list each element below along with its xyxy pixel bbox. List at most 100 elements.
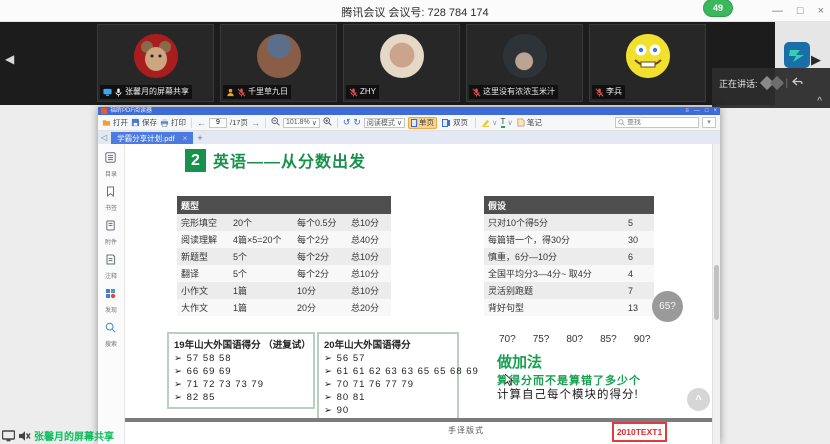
double-page-button[interactable]: 双页 — [440, 117, 470, 129]
participant-avatar — [134, 34, 178, 78]
strip-scroll-left-icon[interactable]: ◀ — [5, 52, 14, 66]
scroll-to-top-button[interactable]: ^ — [687, 388, 710, 411]
screen-share-icon — [103, 88, 112, 97]
sidebar-item-附件[interactable]: 附件 — [105, 218, 117, 246]
strip-scroll-right-icon[interactable]: ▶ — [811, 52, 821, 68]
participant-name: 李兵 — [606, 86, 622, 98]
arrow-bullet-icon: ➢ — [324, 392, 333, 403]
score-line: ➢ 66 69 69 — [174, 365, 308, 378]
sidebar-item-书签[interactable]: 书签 — [105, 184, 117, 212]
arrow-bullet-icon: ➢ — [174, 353, 183, 364]
note-button[interactable]: 笔记 — [516, 117, 542, 128]
table-cell: 总10分 — [347, 265, 391, 282]
participant-name-badge: ZHY — [346, 85, 379, 99]
sidebar-item-label: 附件 — [105, 237, 117, 246]
participant-tile[interactable]: 李兵 — [589, 24, 706, 102]
participant-avatar — [503, 34, 547, 78]
table-cell: 7 — [624, 282, 654, 299]
pdf-maximize-button[interactable]: □ — [705, 107, 709, 115]
arrow-bullet-icon: ➢ — [324, 353, 333, 364]
mic-muted-icon — [237, 88, 246, 97]
sidebar-item-目录[interactable]: 目录 — [105, 150, 117, 178]
participant-tile[interactable]: ZHY — [343, 24, 460, 102]
pdf-scrollbar[interactable] — [712, 144, 720, 444]
score-box-title: 19年山大外国语得分 （进复试） — [174, 337, 308, 351]
reply-arrow-icon[interactable] — [792, 74, 803, 92]
participant-name-badge: 千里草九日 — [223, 85, 291, 99]
pdf-scrollbar-thumb[interactable] — [714, 265, 719, 320]
print-button[interactable]: 打印 — [160, 117, 186, 128]
pdf-toolbar: 打开 保存 打印 ← /17页 → 101.8%∨ — [98, 115, 720, 131]
score-line: ➢ 80 81 — [324, 391, 452, 404]
search-icon — [105, 320, 116, 338]
close-button[interactable]: × — [818, 5, 824, 17]
rotate-left-icon[interactable]: ↺ — [343, 117, 351, 128]
pdf-search-box[interactable] — [615, 117, 699, 128]
rotate-right-icon[interactable]: ↻ — [353, 117, 361, 128]
next-page-icon[interactable]: → — [251, 118, 260, 128]
prev-page-icon[interactable]: ← — [197, 118, 206, 128]
open-button[interactable]: 打开 — [102, 117, 128, 128]
foxit-app-icon[interactable] — [784, 42, 810, 68]
participant-name: 千里草九日 — [248, 86, 288, 98]
sidebar-item-搜索[interactable]: 搜索 — [105, 320, 117, 348]
single-page-button[interactable]: 单页 — [408, 117, 437, 129]
score-line: ➢ 56 57 — [324, 352, 452, 365]
save-button[interactable]: 保存 — [131, 117, 157, 128]
sidebar-item-label: 书签 — [105, 203, 117, 212]
table-cell: 新题型 — [177, 248, 229, 265]
pdf-minimize-button[interactable]: — — [694, 107, 700, 115]
speaker-avatar-icon — [769, 76, 783, 90]
zoom-level-select[interactable]: 101.8%∨ — [283, 118, 320, 128]
table-row: 只对10个得5分5 — [484, 214, 654, 231]
new-tab-button[interactable]: + — [197, 132, 202, 144]
participant-tile[interactable]: 这里没有浓浓玉米汁 — [466, 24, 583, 102]
pdf-close-button[interactable]: × — [713, 107, 717, 115]
sidebar-item-发现[interactable]: 发现 — [105, 286, 117, 314]
table-cell: 每个0.5分 — [293, 214, 347, 231]
table-cell: 灵活别跑题 — [484, 282, 624, 299]
underline-button[interactable]: T ∨ — [501, 118, 513, 128]
table-row: 阅读理解4篇×5=20个每个2分总40分 — [177, 231, 391, 248]
target-score: 85? — [600, 334, 617, 345]
table-cell: 每个2分 — [293, 231, 347, 248]
table-cell: 每篇错一个，得30分 — [484, 231, 624, 248]
table-cell: 13 — [624, 299, 654, 316]
tab-scroll-left-icon[interactable]: ◁ — [101, 132, 107, 144]
unread-count-badge[interactable]: 49 — [703, 0, 733, 17]
table-cell: 20分 — [293, 299, 347, 316]
strip-collapse-icon[interactable]: ^ — [817, 96, 822, 107]
tab-close-icon[interactable]: × — [183, 134, 188, 143]
mic-muted-icon — [349, 88, 358, 97]
pdf-search-input[interactable] — [627, 119, 691, 126]
method-title: 做加法 — [497, 351, 542, 372]
table-header-cell: 假设 — [484, 196, 624, 214]
toc-icon — [105, 150, 116, 168]
pdf-menu-icon[interactable]: ≡ — [685, 107, 689, 115]
view-mode-select[interactable]: 阅读模式∨ — [364, 118, 405, 128]
highlighter-button[interactable]: ∨ — [481, 118, 498, 127]
sidebar-item-注释[interactable]: 注释 — [105, 252, 117, 280]
participant-tile[interactable]: 张馨月的屏幕共享 — [97, 24, 214, 102]
zoom-out-icon[interactable] — [271, 117, 280, 128]
participant-tile[interactable]: 千里草九日 — [220, 24, 337, 102]
participant-name-badge: 李兵 — [592, 85, 625, 99]
maximize-button[interactable]: □ — [797, 5, 804, 17]
search-options-dropdown[interactable]: ▾ — [702, 117, 716, 128]
scores-2019-box: 19年山大外国语得分 （进复试）➢ 57 58 58➢ 66 69 69➢ 71… — [167, 332, 315, 409]
page-number-input[interactable] — [209, 118, 227, 128]
arrow-bullet-icon: ➢ — [324, 379, 333, 390]
zoom-in-icon[interactable] — [323, 117, 332, 128]
table-row: 翻译5个每个2分总10分 — [177, 265, 391, 282]
slide-title: 英语——从分数出发 — [213, 148, 366, 172]
pdf-sidebar: 目录书签附件注释发现搜索 — [98, 144, 125, 444]
method-note: 计算自己每个模块的得分! — [497, 386, 639, 402]
participant-name: ZHY — [360, 86, 376, 98]
document-tab[interactable]: 学霸分享计划.pdf × — [111, 132, 193, 144]
meeting-titlebar: 腾讯会议 会议号: 728 784 174 49 — □ × — [0, 0, 830, 22]
table-cell: 慎重，6分—10分 — [484, 248, 624, 265]
table-cell: 4 — [624, 265, 654, 282]
minimize-button[interactable]: — — [772, 5, 783, 17]
score-bubble: 65? — [652, 291, 683, 322]
target-score: 80? — [566, 334, 583, 345]
